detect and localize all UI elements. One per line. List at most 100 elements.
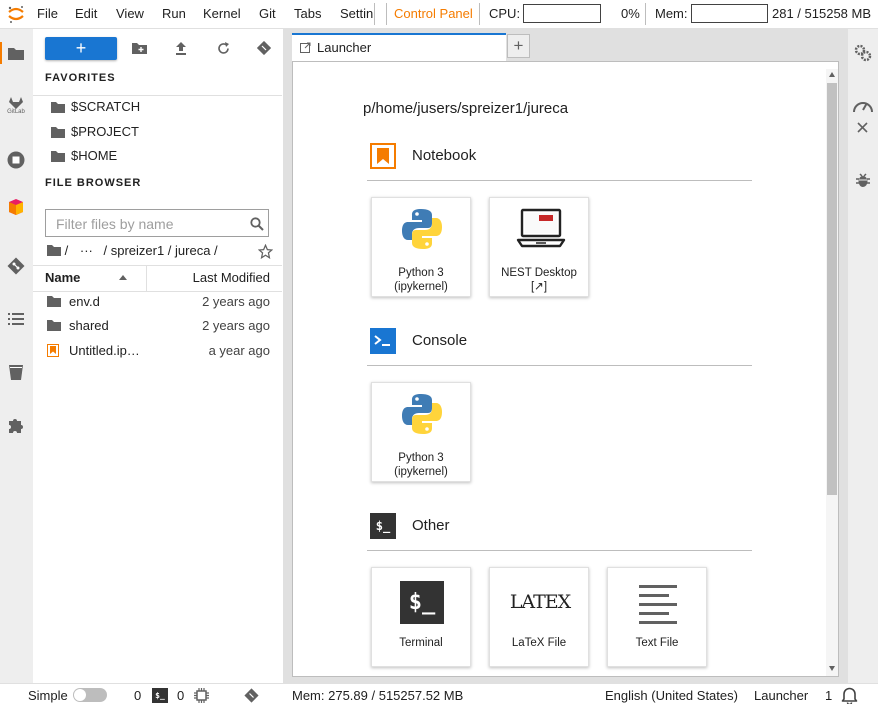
extension-cube-icon[interactable] <box>5 196 27 218</box>
scroll-up-icon[interactable] <box>829 72 835 77</box>
tab-launcher[interactable]: Launcher <box>292 33 506 61</box>
refresh-icon[interactable] <box>214 39 232 57</box>
file-row[interactable]: env.d 2 years ago <box>33 290 282 314</box>
git-icon[interactable] <box>5 255 27 277</box>
cpu-meter <box>523 4 601 23</box>
terminal-section-icon: $_ <box>370 513 396 539</box>
resource-gauge-icon[interactable] <box>852 97 874 115</box>
card-label: Python 3 (ipykernel) <box>372 266 470 294</box>
card-label: Terminal <box>399 637 443 649</box>
menubar-divider <box>386 3 387 25</box>
section-title: Other <box>412 517 450 534</box>
notification-bell-icon[interactable] <box>841 686 858 704</box>
toggle-knob <box>74 689 86 701</box>
trash-icon[interactable] <box>5 361 27 383</box>
favorites-title: FAVORITES <box>45 72 116 84</box>
terminal-icon: $_ <box>400 581 444 624</box>
file-name: shared <box>69 318 109 333</box>
terminal-status-icon[interactable]: $_ <box>152 688 168 703</box>
breadcrumb: / ··· / spreizer1 / jureca / <box>47 243 218 261</box>
file-browser-panel: + FAVORITES $SCRATCH $PROJECT $HOME FILE… <box>33 29 284 683</box>
breadcrumb-root[interactable]: / <box>65 243 69 258</box>
current-activity: Launcher <box>754 688 809 703</box>
latex-logo-icon: LATEX <box>509 591 571 613</box>
console-section-icon <box>370 328 396 354</box>
language-selector[interactable]: English (United States) <box>605 688 738 703</box>
scroll-down-icon[interactable] <box>829 666 835 671</box>
card-label: Text File <box>635 637 679 649</box>
column-last-modified[interactable]: Last Modified <box>193 270 270 285</box>
git-status-icon[interactable] <box>244 688 259 703</box>
filter-files-box[interactable] <box>45 209 269 238</box>
launcher-scrollbar[interactable] <box>826 69 838 676</box>
menu-settings[interactable]: Settin <box>340 0 373 28</box>
mem-value: 281 / 515258 MB <box>772 6 872 21</box>
launcher-card-python3-console[interactable]: Python 3 (ipykernel) <box>371 382 471 482</box>
debugger-bug-icon[interactable] <box>855 172 871 188</box>
folder-icon[interactable] <box>5 42 27 64</box>
puzzle-extension-icon[interactable] <box>5 414 27 436</box>
menu-file[interactable]: File <box>37 0 58 28</box>
star-favorite-icon[interactable] <box>258 244 273 259</box>
text-file-lines-icon <box>639 585 677 624</box>
property-inspector-gears-icon[interactable] <box>854 44 872 62</box>
section-title: Console <box>412 332 468 349</box>
terminals-count[interactable]: 0 <box>134 688 141 703</box>
menu-run[interactable]: Run <box>162 0 186 28</box>
column-name[interactable]: Name <box>45 270 80 285</box>
add-tab-button[interactable]: + <box>507 34 530 58</box>
tab-label: Launcher <box>317 40 372 55</box>
launcher-card-nest-desktop[interactable]: NEST Desktop [↗] <box>489 197 589 297</box>
folder-icon <box>47 296 61 307</box>
file-modified: 2 years ago <box>202 318 270 333</box>
kernels-count[interactable]: 0 <box>177 688 184 703</box>
sort-ascending-icon[interactable] <box>119 275 127 280</box>
menu-view[interactable]: View <box>116 0 144 28</box>
launcher-card-python3-notebook[interactable]: Python 3 (ipykernel) <box>371 197 471 297</box>
file-row[interactable]: Untitled.ip… a year ago <box>33 339 282 363</box>
laptop-icon <box>516 208 566 248</box>
top-menubar: File Edit View Run Kernel Git Tabs Setti… <box>0 0 878 29</box>
breadcrumb-ellipsis[interactable]: ··· <box>80 243 93 258</box>
running-sessions-icon[interactable] <box>5 149 27 171</box>
launcher-card-text-file[interactable]: Text File <box>607 567 707 667</box>
card-label-line2: [↗] <box>530 281 548 293</box>
close-icon[interactable] <box>857 122 868 133</box>
jupyter-logo-icon[interactable] <box>6 4 26 24</box>
launcher-card-terminal[interactable]: $_ Terminal <box>371 567 471 667</box>
new-launcher-button[interactable]: + <box>45 37 117 60</box>
section-divider <box>367 180 752 181</box>
notebook-section-icon <box>370 143 396 169</box>
card-label-line1: NEST Desktop <box>501 267 577 279</box>
launcher-card-latex-file[interactable]: LATEX LaTeX File <box>489 567 589 667</box>
scrollbar-thumb[interactable] <box>827 83 837 495</box>
notebook-icon <box>47 344 59 357</box>
git-clone-icon[interactable] <box>255 39 273 57</box>
card-label: Python 3 (ipykernel) <box>372 451 470 479</box>
breadcrumb-path[interactable]: / spreizer1 / jureca / <box>104 243 218 258</box>
file-list-header: Name Last Modified <box>33 265 282 292</box>
notification-count[interactable]: 1 <box>825 688 832 703</box>
mem-meter <box>691 4 768 23</box>
folder-home-icon[interactable] <box>47 244 61 256</box>
simple-mode-toggle[interactable] <box>73 688 107 702</box>
column-divider <box>146 266 147 291</box>
upload-icon[interactable] <box>172 39 190 57</box>
file-row[interactable]: shared 2 years ago <box>33 314 282 338</box>
control-panel-link[interactable]: Control Panel <box>394 0 473 28</box>
menu-kernel[interactable]: Kernel <box>203 0 241 28</box>
card-label: LaTeX File <box>511 637 567 649</box>
menu-git[interactable]: Git <box>259 0 276 28</box>
filter-files-input[interactable] <box>54 210 248 238</box>
new-folder-icon[interactable] <box>130 39 148 57</box>
menu-tabs[interactable]: Tabs <box>294 0 321 28</box>
mem-label: Mem: <box>655 6 688 21</box>
kernel-chip-icon[interactable] <box>194 688 209 703</box>
menu-edit[interactable]: Edit <box>75 0 97 28</box>
table-of-contents-icon[interactable] <box>5 308 27 330</box>
gitlab-icon[interactable]: GitLab <box>5 95 27 117</box>
python-logo-icon <box>402 209 442 249</box>
folder-icon <box>51 151 65 162</box>
file-name: env.d <box>69 294 100 309</box>
file-modified: a year ago <box>208 343 270 358</box>
